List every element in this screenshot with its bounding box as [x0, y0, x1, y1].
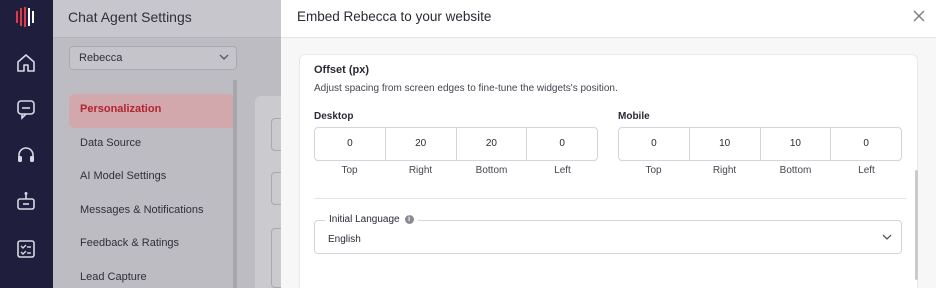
- offset-description: Adjust spacing from screen edges to fine…: [314, 83, 618, 94]
- home-icon[interactable]: [15, 52, 37, 74]
- close-icon[interactable]: [912, 9, 926, 23]
- initial-language-select[interactable]: Initial Language i English: [314, 214, 902, 254]
- mobile-captions: Top Right Bottom Left: [618, 165, 902, 176]
- menu-item-feedback-ratings[interactable]: Feedback & Ratings: [69, 228, 235, 262]
- offset-title: Offset (px): [314, 64, 369, 76]
- desktop-bottom-input[interactable]: 20: [457, 128, 528, 160]
- menu-item-ai-model-settings[interactable]: AI Model Settings: [69, 161, 235, 195]
- info-icon[interactable]: i: [404, 215, 414, 224]
- menu-scrollbar[interactable]: [233, 80, 237, 288]
- mobile-bottom-input[interactable]: 10: [761, 128, 832, 160]
- chevron-down-icon: [882, 234, 892, 240]
- mobile-label: Mobile: [618, 111, 650, 122]
- menu-item-lead-capture[interactable]: Lead Capture: [69, 262, 235, 288]
- chat-icon[interactable]: [15, 98, 37, 120]
- mobile-left-input[interactable]: 0: [831, 128, 901, 160]
- caption-left: Left: [554, 165, 571, 176]
- settings-menu: Personalization Data Source AI Model Set…: [69, 94, 235, 288]
- agent-select-value: Rebecca: [79, 52, 123, 64]
- agent-select[interactable]: Rebecca: [69, 46, 237, 70]
- mobile-offset-group: 0 10 10 0: [618, 127, 902, 161]
- left-rail: [0, 0, 53, 288]
- desktop-right-input[interactable]: 20: [386, 128, 457, 160]
- page-title: Chat Agent Settings: [68, 9, 192, 25]
- desktop-left-input[interactable]: 0: [527, 128, 597, 160]
- mobile-right-input[interactable]: 10: [690, 128, 761, 160]
- caption-bottom: Bottom: [475, 165, 508, 176]
- initial-language-label: Initial Language i: [325, 214, 418, 225]
- caption-top: Top: [341, 165, 358, 176]
- bot-icon[interactable]: [15, 190, 37, 212]
- modal-scrollbar[interactable]: [915, 170, 918, 280]
- initial-language-value: English: [328, 234, 361, 245]
- logo-icon: [16, 7, 34, 27]
- menu-item-messages-notifications[interactable]: Messages & Notifications: [69, 195, 235, 229]
- caption-bottom: Bottom: [779, 165, 812, 176]
- caption-right: Right: [712, 165, 737, 176]
- caption-top: Top: [645, 165, 662, 176]
- caption-right: Right: [408, 165, 433, 176]
- modal-header: Embed Rebecca to your website: [281, 0, 936, 38]
- initial-language-label-text: Initial Language: [329, 214, 400, 225]
- desktop-captions: Top Right Bottom Left: [314, 165, 598, 176]
- offset-card: Offset (px) Adjust spacing from screen e…: [299, 54, 918, 288]
- caption-left: Left: [858, 165, 875, 176]
- desktop-top-input[interactable]: 0: [315, 128, 386, 160]
- desktop-offset-group: 0 20 20 0: [314, 127, 598, 161]
- menu-item-personalization[interactable]: Personalization: [69, 94, 235, 128]
- modal-title: Embed Rebecca to your website: [297, 9, 492, 24]
- embed-modal: Embed Rebecca to your website Offset (px…: [281, 0, 936, 288]
- chevron-down-icon: [219, 54, 229, 60]
- divider: [314, 198, 906, 199]
- mobile-top-input[interactable]: 0: [619, 128, 690, 160]
- checklist-icon[interactable]: [15, 238, 37, 260]
- headset-icon[interactable]: [15, 144, 37, 166]
- content-panel: [255, 96, 283, 288]
- desktop-label: Desktop: [314, 111, 354, 122]
- menu-item-data-source[interactable]: Data Source: [69, 128, 235, 162]
